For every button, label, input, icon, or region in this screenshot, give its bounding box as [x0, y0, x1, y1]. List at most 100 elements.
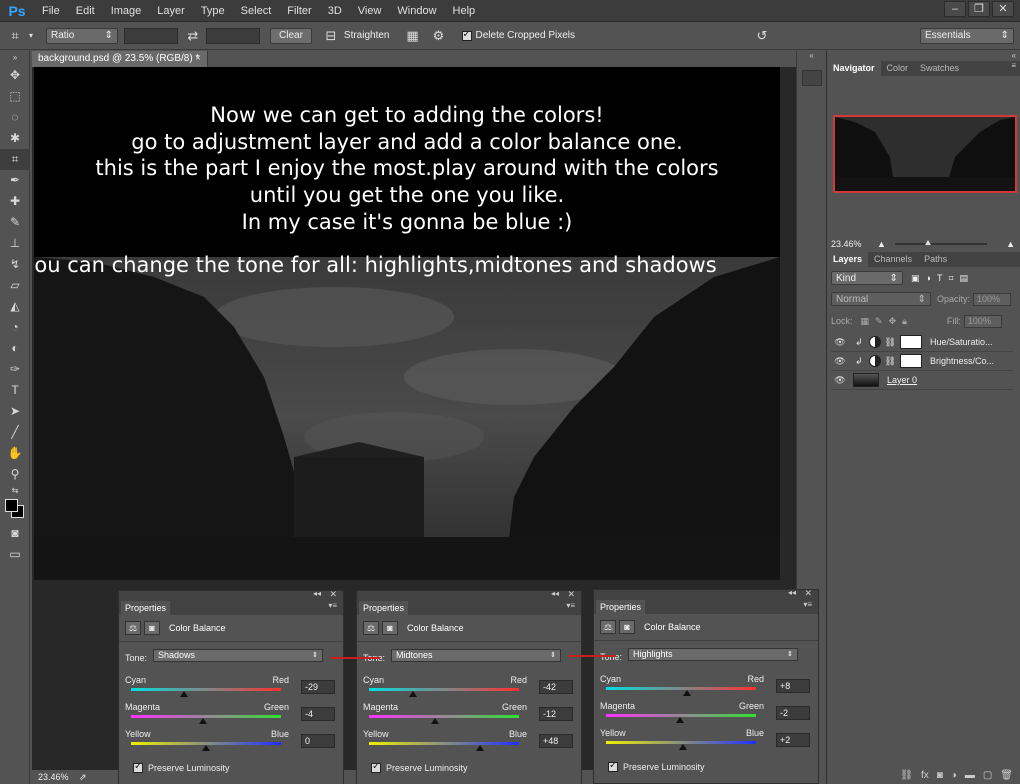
slider-track[interactable] [369, 742, 519, 745]
dodge-tool-icon[interactable]: ◐ [0, 338, 30, 359]
kind-filter-select[interactable]: Kind ⇕ [831, 271, 903, 285]
workspace-select[interactable]: Essentials ⇕ [920, 27, 1014, 44]
opacity-field[interactable]: 100% [973, 292, 1012, 306]
slider-value-field[interactable]: -42 [539, 680, 573, 694]
lock-position-icon[interactable]: ✥ [889, 316, 897, 327]
slider-value-field[interactable]: 0 [301, 734, 335, 748]
visibility-eye-icon[interactable]: 👁︎ [831, 337, 849, 348]
grid-overlay-icon[interactable]: ▦ [404, 27, 422, 45]
new-layer-icon[interactable]: ▢ [983, 770, 992, 781]
blur-tool-icon[interactable]: ◔ [0, 317, 30, 338]
navigator-zoom-value[interactable]: 23.46% [831, 239, 862, 249]
fill-field[interactable]: 100% [963, 314, 1002, 328]
tab-swatches[interactable]: Swatches [914, 61, 965, 76]
new-group-icon[interactable]: ▬ [965, 770, 975, 781]
navigator-thumbnail[interactable] [833, 115, 1017, 193]
slider-thumb[interactable] [476, 745, 484, 751]
type-tool-icon[interactable]: T [0, 380, 30, 401]
slider-thumb[interactable] [675, 717, 684, 723]
close-panel-icon[interactable]: ✕ [329, 589, 337, 600]
menu-file[interactable]: File [34, 5, 68, 17]
path-selection-tool-icon[interactable]: ➤ [0, 401, 30, 422]
navigator-zoom-slider[interactable] [895, 240, 987, 245]
menu-view[interactable]: View [350, 5, 390, 17]
layer-row-hue-saturation[interactable]: 👁︎ ↲ ⛓︎ Hue/Saturatio... [831, 333, 1013, 352]
filter-adjustment-icon[interactable]: ◑ [926, 273, 931, 283]
tool-preset-dropdown-icon[interactable]: ▾ [26, 27, 36, 45]
slider-value-field[interactable]: -12 [539, 707, 573, 721]
foreground-background-colors[interactable] [0, 497, 30, 523]
tone-select[interactable]: Midtones ⇕ [391, 649, 561, 662]
tab-properties[interactable]: Properties [596, 600, 646, 614]
zoom-tool-icon[interactable]: ⚲ [0, 464, 30, 485]
reset-icon[interactable]: ↺ [753, 27, 771, 45]
menu-window[interactable]: Window [389, 5, 444, 17]
visibility-eye-icon[interactable]: 👁︎ [831, 375, 849, 386]
screen-mode-icon[interactable]: ▭ [0, 544, 30, 565]
expand-dock-icon[interactable]: « [797, 51, 826, 60]
menu-layer[interactable]: Layer [149, 5, 193, 17]
filter-pixel-icon[interactable]: ▣ [911, 273, 920, 284]
menu-filter[interactable]: Filter [279, 5, 319, 17]
share-icon[interactable]: ⇗ [79, 772, 87, 782]
mask-icon[interactable]: ◙ [144, 621, 160, 635]
delete-layer-icon[interactable]: 🗑︎ [1000, 770, 1013, 781]
restore-button[interactable]: ❐ [968, 1, 990, 17]
filter-smart-object-icon[interactable]: ▤ [960, 273, 969, 284]
close-panel-icon[interactable]: ✕ [567, 589, 575, 600]
mask-icon[interactable]: ◙ [382, 621, 398, 635]
history-panel-icon[interactable] [801, 70, 822, 86]
lasso-tool-icon[interactable]: ◌ [0, 107, 30, 128]
slider-value-field[interactable]: -2 [776, 706, 810, 720]
lock-transparency-icon[interactable]: ▦ [861, 316, 870, 327]
panel-menu-icon[interactable]: ▾≡ [566, 601, 575, 610]
layer-name[interactable]: Layer 0 [887, 375, 917, 385]
slider-thumb[interactable] [202, 745, 210, 751]
slider-track[interactable] [131, 688, 281, 691]
move-tool-icon[interactable]: ✥ [0, 65, 30, 86]
tab-layers[interactable]: Layers [827, 252, 869, 267]
document-tab[interactable]: background.psd @ 23.5% (RGB/8) * × [32, 51, 208, 67]
slider-value-field[interactable]: +48 [539, 734, 573, 748]
slider-track[interactable] [369, 715, 519, 718]
panel-menu-icon[interactable]: ▾≡ [328, 601, 337, 610]
collapse-panel-icon[interactable]: ◂◂ [788, 588, 796, 597]
eyedropper-tool-icon[interactable]: ✒ [0, 170, 30, 191]
magic-wand-tool-icon[interactable]: ✱ [0, 128, 30, 149]
ratio-width-field[interactable] [124, 27, 178, 44]
ratio-select[interactable]: Ratio ⇕ [46, 27, 118, 44]
foreground-color-swatch[interactable] [5, 499, 18, 512]
slider-thumb[interactable] [678, 744, 687, 750]
layer-name[interactable]: Brightness/Co... [930, 356, 994, 366]
swap-icon[interactable]: ⇄ [184, 27, 202, 45]
hand-tool-icon[interactable]: ✋ [0, 443, 30, 464]
slider-value-field[interactable]: +8 [776, 679, 810, 693]
zoom-readout[interactable]: 23.46% [38, 772, 69, 782]
eraser-tool-icon[interactable]: ▱ [0, 275, 30, 296]
tab-properties[interactable]: Properties [359, 601, 409, 615]
mask-icon[interactable]: ◙ [619, 620, 635, 634]
layer-row-brightness-contrast[interactable]: 👁︎ ↲ ⛓︎ Brightness/Co... [831, 352, 1013, 371]
healing-brush-tool-icon[interactable]: ✚ [0, 191, 30, 212]
marquee-tool-icon[interactable]: ⬚ [0, 86, 30, 107]
clear-button[interactable]: Clear [270, 27, 312, 44]
new-adjustment-layer-icon[interactable]: ◑ [951, 770, 957, 781]
straighten-icon[interactable]: ⊟ [322, 27, 340, 45]
slider-value-field[interactable]: -29 [301, 680, 335, 694]
slider-thumb[interactable] [431, 718, 439, 724]
visibility-eye-icon[interactable]: 👁︎ [831, 356, 849, 367]
layer-mask-thumbnail[interactable] [899, 335, 922, 349]
slider-thumb[interactable] [180, 691, 189, 697]
quick-mask-icon[interactable]: ◙ [0, 523, 30, 544]
menu-select[interactable]: Select [233, 5, 280, 17]
close-panel-icon[interactable]: ✕ [804, 588, 812, 599]
clone-stamp-tool-icon[interactable]: ⊥ [0, 233, 30, 254]
filter-shape-icon[interactable]: ⌗ [948, 273, 953, 284]
slider-track[interactable] [369, 688, 519, 691]
slider-value-field[interactable]: -4 [301, 707, 335, 721]
close-window-button[interactable]: ✕ [992, 1, 1014, 17]
collapse-toolbar-icon[interactable]: » [0, 51, 30, 65]
tone-select[interactable]: Highlights ⇕ [628, 648, 798, 661]
menu-image[interactable]: Image [103, 5, 150, 17]
menu-3d[interactable]: 3D [320, 5, 350, 17]
